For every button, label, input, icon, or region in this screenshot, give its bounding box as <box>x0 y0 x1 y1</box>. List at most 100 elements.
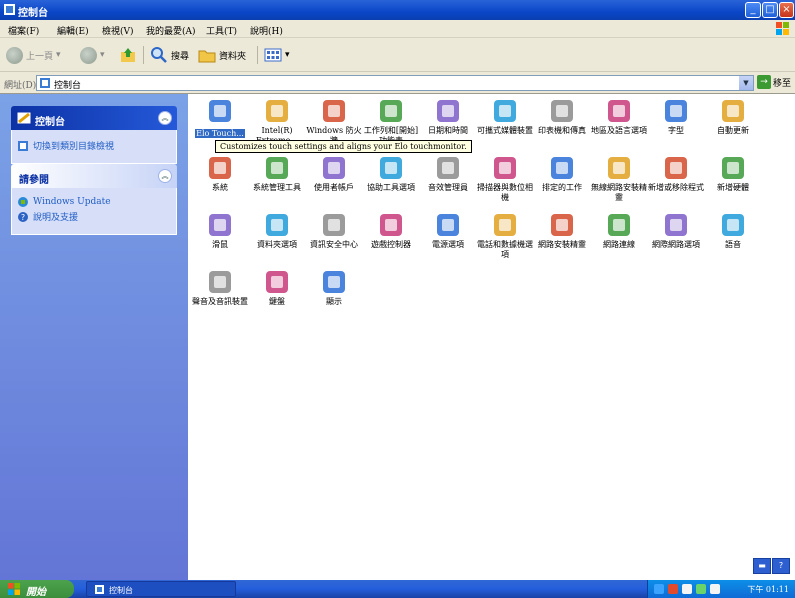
control-panel-section-header[interactable]: 控制台 ︽ <box>11 106 177 130</box>
folder-options-icon <box>262 210 292 240</box>
control-panel-item[interactable]: 網路安裝精靈 <box>532 210 592 250</box>
control-panel-item[interactable]: 鍵盤 <box>247 267 307 307</box>
search-button[interactable]: 搜尋 <box>150 46 189 64</box>
minimize-button[interactable]: _ <box>745 2 761 18</box>
internet-options-icon <box>661 210 691 240</box>
collapse-chevron-icon[interactable]: ︽ <box>158 111 172 125</box>
menu-tools[interactable]: 工具(T) <box>206 24 237 37</box>
control-panel-item[interactable]: 資料夾選項 <box>247 210 307 250</box>
folders-button[interactable]: 資料夾 <box>198 46 246 64</box>
sound-tray-icon[interactable] <box>682 584 692 594</box>
control-panel-item[interactable]: 自動更新 <box>703 96 763 136</box>
touch-tray-icon[interactable] <box>696 584 706 594</box>
title-bar[interactable]: 控制台 _ □ × <box>0 0 795 20</box>
control-panel-item[interactable]: 無線網路安裝精靈 <box>589 153 649 203</box>
close-button[interactable]: × <box>779 2 794 18</box>
language-bar-minimize-icon[interactable]: ▬ <box>753 558 771 574</box>
sound-manager-icon <box>433 153 463 183</box>
menu-view[interactable]: 檢視(V) <box>102 24 134 37</box>
control-panel-item[interactable]: 聲音及音訊裝置 <box>190 267 250 307</box>
see-also-section: 請參閱 ︽ Windows Update ? 說明及支援 <box>11 164 177 235</box>
up-folder-button[interactable] <box>120 46 136 64</box>
language-bar-help-icon[interactable]: ? <box>772 558 790 574</box>
menu-file[interactable]: 檔案(F) <box>8 24 39 37</box>
firewall-icon <box>319 96 349 126</box>
menu-favorites[interactable]: 我的最愛(A) <box>146 24 196 37</box>
control-panel-item[interactable]: 網際網路選項 <box>646 210 706 250</box>
language-bar[interactable]: ▬ ? <box>753 558 790 574</box>
portable-device-icon <box>490 96 520 126</box>
keyboard-icon <box>262 267 292 297</box>
see-also-section-header[interactable]: 請參閱 ︽ <box>11 164 177 188</box>
volume-tray-icon[interactable] <box>710 584 720 594</box>
power-icon <box>433 210 463 240</box>
control-panel-item[interactable]: 排定的工作 <box>532 153 592 193</box>
security-tray-icon[interactable] <box>668 584 678 594</box>
control-panel-item[interactable]: 掃描器與數位相機 <box>475 153 535 203</box>
elo-touchmonitor-icon <box>205 96 235 126</box>
control-panel-item[interactable]: Windows 防火牆 <box>304 96 364 146</box>
control-panel-icon <box>95 585 104 594</box>
control-panel-items: Elo Touch...Intel(R) Extreme...Windows 防… <box>188 94 795 580</box>
scanner-icon <box>490 153 520 183</box>
security-center-icon <box>319 210 349 240</box>
control-panel-item[interactable]: 系統 <box>190 153 250 193</box>
windows-update-link[interactable]: Windows Update <box>18 197 170 207</box>
address-input[interactable]: 控制台 ▼ <box>36 75 754 91</box>
switch-to-category-view-link[interactable]: 切換到類別目錄檢視 <box>18 139 170 152</box>
control-panel-item[interactable]: 資訊安全中心 <box>304 210 364 250</box>
control-panel-item[interactable]: 網路連線 <box>589 210 649 250</box>
display-icon <box>319 267 349 297</box>
control-panel-item[interactable]: Intel(R) Extreme... <box>247 96 307 146</box>
control-panel-item[interactable]: 語音 <box>703 210 763 250</box>
control-panel-item-label: Elo Touch... <box>195 129 245 138</box>
start-button[interactable]: 開始 <box>0 580 74 598</box>
control-panel-item-label: 顯示 <box>326 297 342 306</box>
back-button[interactable]: 上一頁 ▾ <box>6 46 61 64</box>
control-panel-item[interactable]: 顯示 <box>304 267 364 307</box>
go-button[interactable]: → 移至 <box>757 75 791 89</box>
control-panel-icon <box>16 111 32 125</box>
control-panel-item[interactable]: 電源選項 <box>418 210 478 250</box>
maximize-button[interactable]: □ <box>762 2 778 18</box>
control-panel-item[interactable]: 遊戲控制器 <box>361 210 421 250</box>
network-tray-icon[interactable] <box>654 584 664 594</box>
speech-icon <box>718 210 748 240</box>
control-panel-item[interactable]: 新增硬體 <box>703 153 763 193</box>
control-panel-item[interactable]: 地區及語言選項 <box>589 96 649 136</box>
control-panel-item-label: 資料夾選項 <box>257 240 297 249</box>
control-panel-item-label: 音效管理員 <box>428 183 468 192</box>
tooltip: Customizes touch settings and aligns you… <box>215 140 472 153</box>
control-panel-item[interactable]: 使用者帳戶 <box>304 153 364 193</box>
control-panel-item[interactable]: 字型 <box>646 96 706 136</box>
menu-help[interactable]: 說明(H) <box>250 24 283 37</box>
control-panel-item-label: 網路安裝精靈 <box>538 240 586 249</box>
control-panel-item[interactable]: 印表機和傳真 <box>532 96 592 136</box>
system-tray: 下午 01:11 <box>647 580 795 598</box>
address-dropdown-button[interactable]: ▼ <box>739 76 753 90</box>
views-button[interactable]: ▾ <box>264 46 290 64</box>
control-panel-section: 控制台 ︽ 切換到類別目錄檢視 <box>11 106 177 164</box>
task-pane: 控制台 ︽ 切換到類別目錄檢視 請參閱 ︽ Windows Update ? 說… <box>0 94 188 580</box>
control-panel-item[interactable]: 電話和數據機選項 <box>475 210 535 260</box>
control-panel-item[interactable]: 可攜式媒體裝置 <box>475 96 535 136</box>
control-panel-item[interactable]: 協助工具選項 <box>361 153 421 193</box>
wireless-icon <box>604 153 634 183</box>
control-panel-item[interactable]: 日期和時間 <box>418 96 478 136</box>
control-panel-item[interactable]: Elo Touch... <box>190 96 250 139</box>
taskbar-item-control-panel[interactable]: 控制台 <box>86 581 236 597</box>
control-panel-item[interactable]: 系統管理工具 <box>247 153 307 193</box>
control-panel-item-label: 鍵盤 <box>269 297 285 306</box>
forward-button[interactable]: ▾ <box>80 46 105 64</box>
control-panel-item-label: 日期和時間 <box>428 126 468 135</box>
collapse-chevron-icon[interactable]: ︽ <box>158 169 172 183</box>
control-panel-icon <box>4 4 15 15</box>
help-and-support-link[interactable]: ? 說明及支援 <box>18 210 170 223</box>
control-panel-icon <box>40 78 50 88</box>
menu-edit[interactable]: 編輯(E) <box>57 24 89 37</box>
control-panel-item-label: 電源選項 <box>432 240 464 249</box>
control-panel-item[interactable]: 滑鼠 <box>190 210 250 250</box>
control-panel-item[interactable]: 新增或移除程式 <box>646 153 706 193</box>
control-panel-item[interactable]: 工作列和[開始]功能表 <box>361 96 421 146</box>
control-panel-item[interactable]: 音效管理員 <box>418 153 478 193</box>
